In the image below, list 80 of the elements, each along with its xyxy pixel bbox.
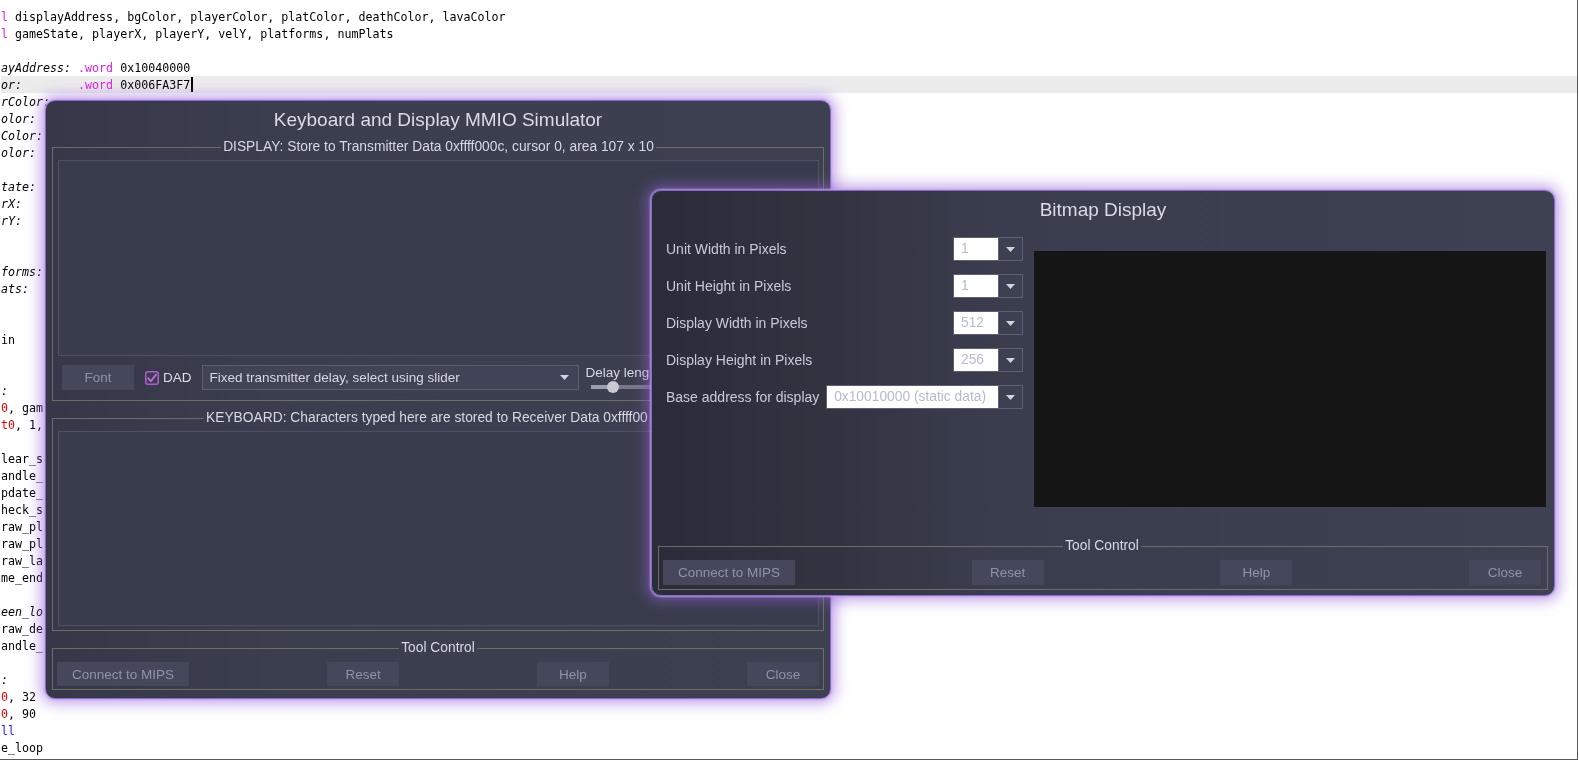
setting-dropdown[interactable]: 512 <box>953 311 1023 335</box>
code-text: olor: <box>1 145 37 160</box>
caret-icon <box>559 375 569 380</box>
code-text: raw_de <box>1 621 44 636</box>
code-text: ayAddress: <box>1 60 72 75</box>
help-button[interactable]: Help <box>1220 560 1293 585</box>
font-button[interactable]: Font <box>62 365 134 390</box>
reset-button[interactable]: Reset <box>971 560 1044 585</box>
code-text: raw_pl <box>1 519 44 534</box>
group-title: DISPLAY: Store to Transmitter Data 0xffff000c, cursor 0, area 107 x 10 <box>222 139 655 155</box>
code-text: raw_pl <box>1 536 44 551</box>
code-text: : <box>1 672 8 687</box>
setting-dropdown[interactable]: 0x10010000 (static data) <box>826 385 1023 409</box>
code-text: in <box>1 332 16 347</box>
checkbox-label: DAD <box>163 369 192 387</box>
setting-dropdown[interactable]: 256 <box>953 348 1023 372</box>
code-text: forms: <box>1 264 44 279</box>
code-text: rColor: <box>1 94 51 109</box>
setting-label: Base address for display <box>666 389 820 405</box>
setting-label: Display Height in Pixels <box>666 352 813 368</box>
delay-mode-dropdown[interactable]: Fixed transmitter delay, select using slider <box>201 365 579 390</box>
code-text: displayAddress, bgColor, playerColor, platColor, deathColor, lavaColor <box>15 9 506 24</box>
delay-length-label: Delay leng <box>585 365 650 380</box>
caret-icon <box>1006 246 1015 252</box>
code-text: , 32 <box>8 689 37 704</box>
text-cursor <box>191 77 193 92</box>
group-title: Tool Control <box>1064 538 1140 554</box>
code-text: rX: <box>1 196 23 211</box>
code-text: or: <box>1 77 23 92</box>
code-text: rY: <box>1 213 23 228</box>
setting-dropdown[interactable]: 1 <box>953 237 1023 261</box>
connect-button[interactable]: Connect to MIPS <box>57 662 190 686</box>
code-text: ll <box>1 723 16 738</box>
caret-icon <box>1006 394 1015 400</box>
reset-button[interactable]: Reset <box>327 662 400 686</box>
code-text: , 90 <box>8 706 37 721</box>
close-button[interactable]: Close <box>746 662 819 686</box>
code-text: andle_ <box>1 468 44 483</box>
code-text: tate: <box>1 179 37 194</box>
code-text: , 1, <box>15 417 44 432</box>
code-text: l <box>1 9 8 24</box>
connect-button[interactable]: Connect to MIPS <box>663 560 796 585</box>
window-title: Keyboard and Display MMIO Simulator <box>273 109 603 130</box>
code-text: .word <box>78 77 114 92</box>
code-text: lear_s <box>1 451 44 466</box>
code-text: 0x006FA3F7 <box>120 77 191 92</box>
code-text: ats: <box>1 281 30 296</box>
code-text: t0 <box>1 417 16 432</box>
code-text: me_end <box>1 570 44 585</box>
group-title: KEYBOARD: Characters typed here are stored to Receiver Data 0xffff00 <box>205 410 649 426</box>
slider-handle[interactable] <box>607 381 620 393</box>
code-text: gameState, playerX, playerY, velY, platforms, numPlats <box>15 26 394 41</box>
code-text: 0 <box>1 400 8 415</box>
code-text: : <box>1 383 8 398</box>
setting-label: Unit Width in Pixels <box>666 241 787 257</box>
setting-label: Unit Height in Pixels <box>666 278 792 294</box>
code-text: 0x10040000 <box>120 60 191 75</box>
code-text: e_loop <box>1 740 44 755</box>
close-button[interactable]: Close <box>1469 560 1541 585</box>
setting-label: Display Width in Pixels <box>666 315 808 331</box>
code-text: .word <box>78 60 114 75</box>
setting-dropdown[interactable]: 1 <box>953 274 1023 298</box>
group-title: Tool Control <box>400 640 476 656</box>
code-text: heck_s <box>1 502 44 517</box>
code-text: een_lo <box>1 604 44 619</box>
window-title: Bitmap Display <box>1039 199 1167 220</box>
code-text: l <box>1 26 8 41</box>
help-button[interactable]: Help <box>537 662 609 686</box>
code-text: andle_ <box>1 638 44 653</box>
code-text: , gam <box>8 400 44 415</box>
caret-icon <box>1006 357 1015 363</box>
code-text: pdate_ <box>1 485 44 500</box>
code-text: olor: <box>1 111 37 126</box>
caret-icon <box>1006 320 1015 326</box>
code-text: Color: <box>1 128 44 143</box>
checkbox[interactable] <box>145 371 159 385</box>
code-text: raw_la <box>1 553 44 568</box>
code-text: 0 <box>1 689 8 704</box>
caret-icon <box>1006 283 1015 289</box>
code-text: 0 <box>1 706 8 721</box>
